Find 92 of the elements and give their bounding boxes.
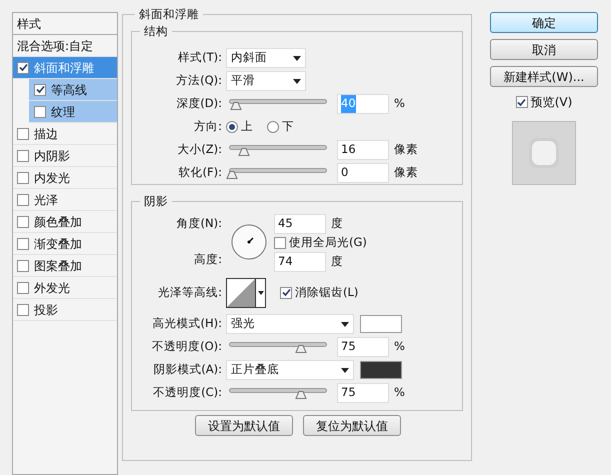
style-list-item[interactable]: 纹理 xyxy=(29,101,117,123)
slider-thumb[interactable] xyxy=(226,170,238,179)
caret-icon xyxy=(293,78,301,84)
radio-label: 下 xyxy=(282,118,294,136)
dialog-button[interactable]: 取消 xyxy=(490,39,598,60)
style-list-item[interactable]: 光泽 xyxy=(13,189,117,211)
checkbox[interactable] xyxy=(17,128,29,140)
field-label: 不透明度(C): xyxy=(152,384,223,402)
radio-button[interactable] xyxy=(267,121,279,133)
dropdown[interactable]: 强光 xyxy=(226,314,354,334)
checkbox[interactable] xyxy=(17,172,29,184)
number-field[interactable]: 75 xyxy=(337,383,389,403)
style-list-item[interactable]: 图案叠加 xyxy=(13,255,117,277)
style-list-item[interactable]: 投影 xyxy=(13,299,117,321)
dialog-button[interactable]: 复位为默认值 xyxy=(303,415,401,436)
checkbox[interactable] xyxy=(17,282,29,294)
dropdown[interactable]: 平滑 xyxy=(226,71,306,91)
field-label: 软化(F): xyxy=(178,164,223,182)
unit-label: 像素 xyxy=(394,141,418,158)
checkbox[interactable] xyxy=(17,238,29,250)
dialog-button[interactable]: 新建样式(W)... xyxy=(490,66,598,87)
checkbox[interactable] xyxy=(17,216,29,228)
beveled-square-icon xyxy=(528,137,560,169)
unit-label: % xyxy=(394,95,405,112)
checkbox[interactable] xyxy=(34,84,46,96)
list-header: 样式 xyxy=(13,13,117,35)
caret-icon xyxy=(341,368,349,372)
style-list-item[interactable]: 渐变叠加 xyxy=(13,233,117,255)
checkbox[interactable] xyxy=(280,286,292,298)
field-label: 角度(N): xyxy=(176,214,223,232)
checkmark-icon xyxy=(36,85,44,94)
field-label: 方向: xyxy=(193,118,223,136)
field-label: 阴影模式(A): xyxy=(152,361,223,378)
unit-label: 像素 xyxy=(394,164,418,182)
unit-label: % xyxy=(394,384,405,402)
caret-icon xyxy=(341,322,349,326)
checkbox[interactable] xyxy=(34,106,46,118)
slider-thumb[interactable] xyxy=(238,147,250,156)
unit-label: 度 xyxy=(331,214,343,232)
checkbox-label: 预览(V) xyxy=(530,94,572,111)
number-field[interactable]: 0 xyxy=(337,163,389,183)
field-label: 样式(T): xyxy=(177,49,223,66)
contour-curve-icon xyxy=(227,278,255,306)
unit-label: 度 xyxy=(331,252,343,270)
color-swatch[interactable] xyxy=(360,315,402,333)
field-label: 光泽等高线: xyxy=(157,284,223,301)
number-field[interactable]: 16 xyxy=(337,140,389,160)
style-list-item[interactable]: 内阴影 xyxy=(13,145,117,167)
dialog-button[interactable]: 确定 xyxy=(490,12,598,33)
slider-thumb[interactable] xyxy=(295,390,307,399)
field-label: 方法(Q): xyxy=(175,72,223,90)
angle-dial[interactable] xyxy=(230,222,268,260)
checkbox-label: 使用全局光(G) xyxy=(289,234,367,251)
checkbox[interactable] xyxy=(17,260,29,272)
caret-icon xyxy=(258,290,264,294)
field-label: 高度: xyxy=(193,251,223,268)
panel-title: 斜面和浮雕 xyxy=(138,6,200,23)
caret-icon xyxy=(293,56,301,60)
dropdown[interactable]: 正片叠底 xyxy=(226,360,354,380)
unit-label: % xyxy=(394,338,405,356)
radio-label: 上 xyxy=(241,118,253,136)
checkbox[interactable] xyxy=(17,304,29,316)
number-field[interactable]: 45 xyxy=(274,214,326,234)
style-list-item[interactable]: 外发光 xyxy=(13,277,117,299)
style-list-item[interactable]: 颜色叠加 xyxy=(13,211,117,233)
checkbox[interactable] xyxy=(516,96,528,108)
contour-picker[interactable] xyxy=(226,278,266,308)
checkmark-icon xyxy=(18,63,28,72)
style-list-item[interactable]: 描边 xyxy=(13,123,117,145)
number-field[interactable]: 74 xyxy=(274,252,326,272)
field-label: 高光模式(H): xyxy=(152,315,223,332)
checkbox[interactable] xyxy=(17,194,29,206)
color-swatch[interactable] xyxy=(360,361,402,379)
checkmark-icon xyxy=(282,288,290,297)
group-title: 结构 xyxy=(143,23,169,40)
style-list-item[interactable]: 等高线 xyxy=(29,79,117,101)
dropdown[interactable]: 内斜面 xyxy=(226,48,306,68)
checkbox-label: 消除锯齿(L) xyxy=(295,284,358,301)
field-label: 大小(Z): xyxy=(176,141,223,158)
number-field[interactable]: 75 xyxy=(337,337,389,357)
checkbox[interactable] xyxy=(274,236,286,248)
field-label: 不透明度(O): xyxy=(151,338,223,356)
field-label: 深度(D): xyxy=(175,95,223,112)
radio-button[interactable] xyxy=(226,121,238,133)
dialog-button[interactable]: 设置为默认值 xyxy=(195,415,293,436)
checkmark-icon xyxy=(517,98,526,106)
slider-thumb[interactable] xyxy=(230,101,242,110)
slider-thumb[interactable] xyxy=(295,344,307,353)
group-title: 阴影 xyxy=(143,193,169,210)
style-list-item[interactable]: 内发光 xyxy=(13,167,117,189)
checkbox[interactable] xyxy=(17,62,29,74)
checkbox[interactable] xyxy=(17,150,29,162)
